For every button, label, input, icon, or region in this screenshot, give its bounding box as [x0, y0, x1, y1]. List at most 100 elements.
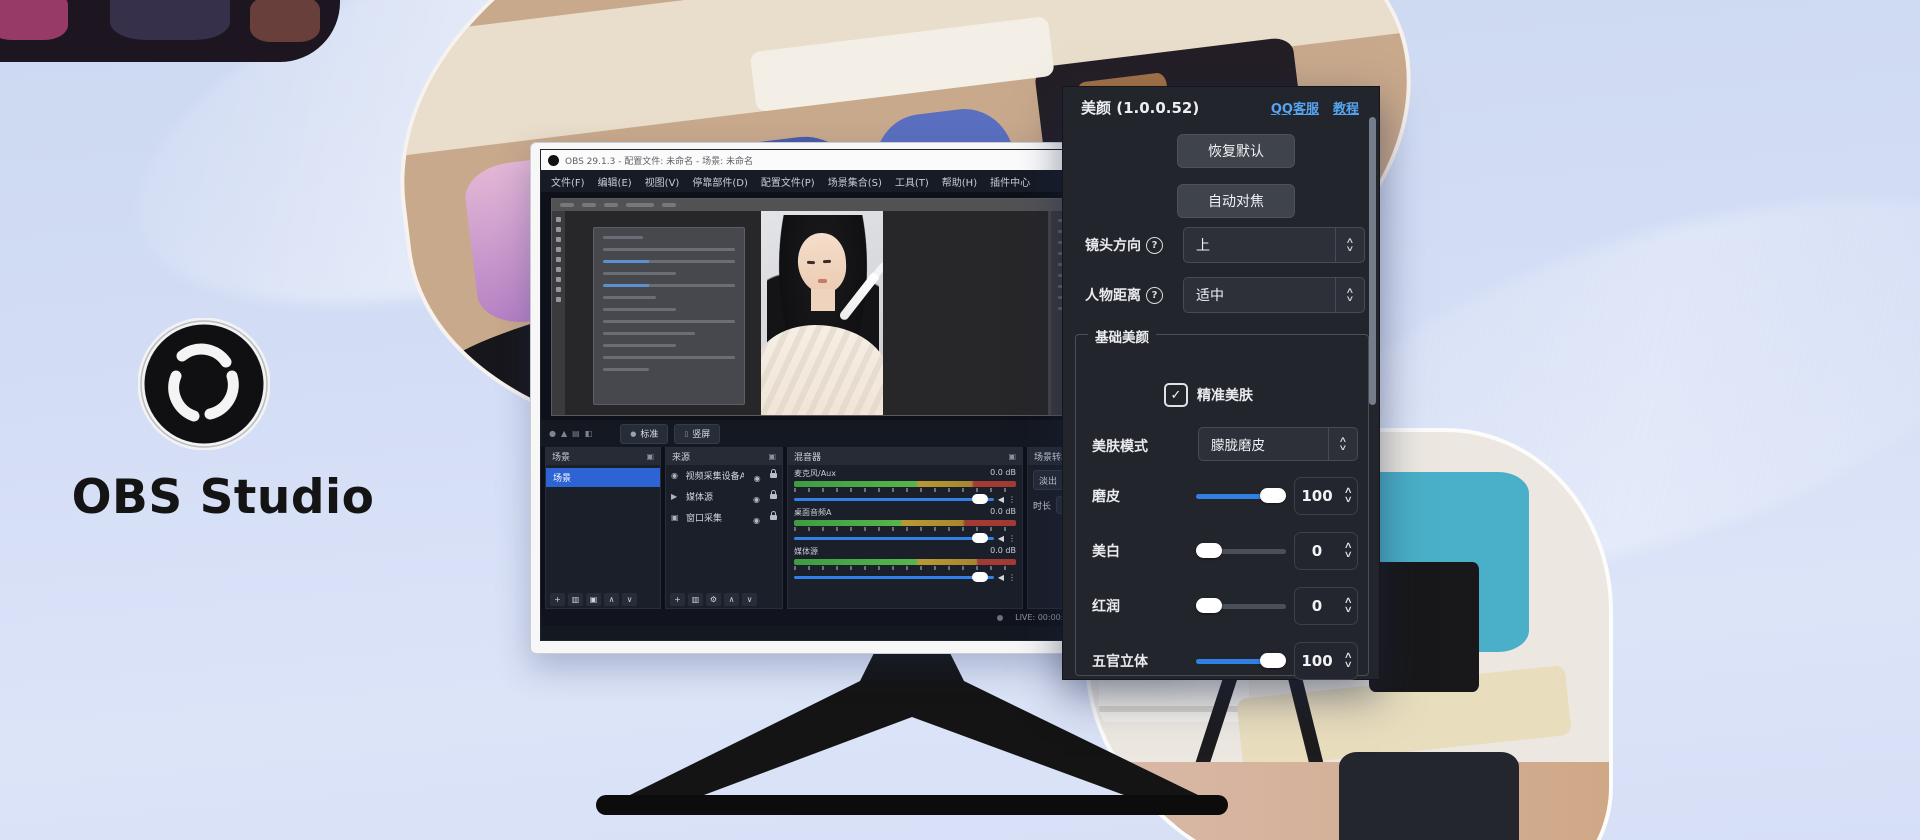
lock-icon[interactable]: [770, 494, 777, 499]
select-arrows[interactable]: ∧∨: [1328, 428, 1357, 460]
speaker-icon[interactable]: ◀: [998, 495, 1004, 504]
volume-slider[interactable]: [794, 498, 994, 501]
visibility-icon[interactable]: ◉: [753, 495, 761, 498]
preview-tool-icon[interactable]: ▤: [572, 429, 580, 438]
select-arrows[interactable]: ∧∨: [1335, 228, 1364, 262]
panel-links: QQ客服 教程: [1271, 98, 1359, 117]
help-icon[interactable]: ?: [1146, 237, 1163, 254]
checkbox-check-icon: ✓: [1164, 383, 1188, 407]
tab-standard[interactable]: ● 标准: [620, 424, 668, 444]
tab-standard-label: 标准: [640, 427, 658, 440]
scenes-dock: 场景 ▣ 场景 + ▥ ▣ ∧ ∨: [545, 447, 661, 609]
help-icon[interactable]: ?: [1146, 287, 1163, 304]
tutorial-link[interactable]: 教程: [1333, 98, 1359, 117]
photo-patch: [110, 0, 230, 40]
window-capture-icon: ▣: [671, 513, 681, 522]
whitening-spinbox[interactable]: 0 ∧∨: [1294, 532, 1358, 570]
source-up-button[interactable]: ∧: [724, 593, 739, 606]
spin-arrows[interactable]: ∧∨: [1339, 588, 1357, 624]
dock-popout-icon[interactable]: ▣: [646, 452, 654, 461]
menu-edit[interactable]: 编辑(E): [598, 174, 632, 189]
menu-file[interactable]: 文件(F): [551, 174, 585, 189]
visibility-icon[interactable]: ◉: [753, 516, 761, 519]
photo-patch-chair: [1339, 752, 1519, 840]
visibility-icon[interactable]: ◉: [754, 474, 762, 477]
spin-arrows[interactable]: ∧∨: [1339, 643, 1357, 679]
tab-vertical-label: 竖屏: [692, 427, 710, 440]
meter-ticks: [794, 566, 1016, 570]
tab-vertical[interactable]: ▯ 竖屏: [674, 424, 720, 444]
rosy-spinbox[interactable]: 0 ∧∨: [1294, 587, 1358, 625]
select-arrows[interactable]: ∧∨: [1335, 278, 1364, 312]
whitening-slider[interactable]: [1196, 532, 1286, 570]
scenes-dock-header: 场景 ▣: [546, 448, 660, 465]
menu-docks[interactable]: 停靠部件(D): [692, 174, 748, 189]
restore-defaults-button[interactable]: 恢复默认: [1177, 134, 1295, 168]
speaker-icon[interactable]: ◀: [998, 573, 1004, 582]
media-source-icon: ▶: [671, 492, 681, 501]
menu-view[interactable]: 视图(V): [645, 174, 680, 189]
mixer-channel: 媒体源0.0 dB ◀⋮: [788, 543, 1022, 582]
add-scene-button[interactable]: +: [550, 593, 565, 606]
preview-tool-icon[interactable]: ◧: [585, 429, 593, 438]
preview-tool-icon[interactable]: ▲: [561, 429, 567, 438]
camera-direction-select[interactable]: 上 ∧∨: [1183, 227, 1365, 263]
remove-source-button[interactable]: ▥: [688, 593, 703, 606]
channel-name: 麦克风/Aux: [794, 468, 836, 479]
scene-down-button[interactable]: ∨: [622, 593, 637, 606]
features-3d-value: 100: [1295, 643, 1339, 679]
source-down-button[interactable]: ∨: [742, 593, 757, 606]
scene-up-button[interactable]: ∧: [604, 593, 619, 606]
volume-slider[interactable]: [794, 537, 994, 540]
smoothing-slider[interactable]: [1196, 477, 1286, 515]
menu-scene-collection[interactable]: 场景集合(S): [828, 174, 882, 189]
portrait-photo: [761, 211, 883, 415]
mixer-dock-header: 混音器 ▣: [788, 448, 1022, 465]
lock-icon[interactable]: [770, 473, 777, 478]
rosy-slider[interactable]: [1196, 587, 1286, 625]
channel-menu-icon[interactable]: ⋮: [1008, 495, 1016, 504]
whitening-value: 0: [1295, 533, 1339, 569]
menu-profile[interactable]: 配置文件(P): [761, 174, 815, 189]
features-3d-spinbox[interactable]: 100 ∧∨: [1294, 642, 1358, 680]
channel-db: 0.0 dB: [990, 546, 1016, 557]
obs-window-icon: [548, 155, 559, 166]
speaker-icon[interactable]: ◀: [998, 534, 1004, 543]
person-distance-select[interactable]: 适中 ∧∨: [1183, 277, 1365, 313]
lock-icon[interactable]: [770, 515, 777, 520]
spin-arrows[interactable]: ∧∨: [1339, 533, 1357, 569]
photo-fragment-top-left: [0, 0, 340, 62]
skin-mode-select[interactable]: 朦胧磨皮 ∧∨: [1198, 427, 1358, 461]
smoothing-label: 磨皮: [1092, 477, 1120, 515]
qq-support-link[interactable]: QQ客服: [1271, 98, 1319, 117]
duplicate-scene-button[interactable]: ▣: [586, 593, 601, 606]
channel-menu-icon[interactable]: ⋮: [1008, 534, 1016, 543]
volume-slider[interactable]: [794, 576, 994, 579]
menu-plugin-center[interactable]: 插件中心: [990, 174, 1030, 189]
mixer-dock-title: 混音器: [794, 450, 821, 463]
smoothing-value: 100: [1295, 478, 1339, 514]
dock-popout-icon[interactable]: ▣: [768, 452, 776, 461]
skin-mode-value: 朦胧磨皮: [1199, 428, 1328, 460]
source-row[interactable]: ▶ 媒体源 ◉: [666, 486, 782, 507]
add-source-button[interactable]: +: [670, 593, 685, 606]
smoothing-spinbox[interactable]: 100 ∧∨: [1294, 477, 1358, 515]
basic-beauty-group: 基础美颜 ✓ 精准美肤 美肤模式 朦胧磨皮 ∧∨ 磨皮 100 ∧∨ 美白: [1075, 334, 1369, 676]
scene-list-item[interactable]: 场景: [546, 468, 660, 487]
dock-popout-icon[interactable]: ▣: [1008, 452, 1016, 461]
precise-skin-checkbox[interactable]: ✓ 精准美肤: [1164, 383, 1253, 407]
menu-tools[interactable]: 工具(T): [895, 174, 929, 189]
channel-menu-icon[interactable]: ⋮: [1008, 573, 1016, 582]
autofocus-button[interactable]: 自动对焦: [1177, 184, 1295, 218]
source-properties-button[interactable]: ⚙: [706, 593, 721, 606]
panel-scrollbar[interactable]: [1369, 117, 1376, 405]
features-3d-slider[interactable]: [1196, 642, 1286, 680]
spin-arrows[interactable]: ∧∨: [1339, 478, 1357, 514]
source-row[interactable]: ▣ 窗口采集 ◉: [666, 507, 782, 528]
sources-dock-title: 来源: [672, 450, 690, 463]
remove-scene-button[interactable]: ▥: [568, 593, 583, 606]
source-name: 视频采集设备A: [686, 469, 744, 482]
menu-help[interactable]: 帮助(H): [942, 174, 977, 189]
source-row[interactable]: ◉ 视频采集设备A ◉: [666, 465, 782, 486]
preview-tool-icon[interactable]: ●: [549, 429, 556, 438]
